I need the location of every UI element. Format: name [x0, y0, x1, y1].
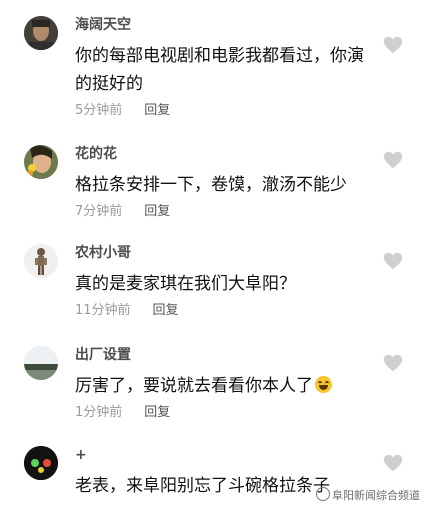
laughing-tears-emoji: [315, 376, 332, 393]
avatar[interactable]: [24, 145, 58, 179]
heart-icon[interactable]: [382, 250, 404, 272]
username[interactable]: 花的花: [75, 145, 117, 163]
heart-icon[interactable]: [382, 34, 404, 56]
heart-icon[interactable]: [382, 149, 404, 171]
wechat-channel-icon: [316, 487, 330, 501]
comment-meta: 7分钟前 回复: [75, 203, 170, 221]
username[interactable]: 出厂设置: [75, 346, 131, 364]
comment-text: 真的是麦家琪在我们大阜阳？: [75, 274, 296, 294]
comment-text: 厉害了，要说就去看看你本人了: [75, 372, 365, 400]
avatar[interactable]: [24, 244, 58, 278]
reply-button[interactable]: 回复: [144, 204, 170, 219]
timestamp: 11分钟前: [75, 303, 131, 318]
username[interactable]: 海阔天空: [75, 16, 131, 34]
comment-text: 你的每部电视剧和电影我都看过，你演的挺好的: [75, 46, 364, 94]
channel-watermark: 阜阳新闻综合频道: [316, 487, 420, 503]
watermark-text: 阜阳新闻综合频道: [332, 489, 420, 502]
avatar[interactable]: [24, 16, 58, 50]
username[interactable]: +: [75, 446, 87, 464]
comment-meta: 11分钟前 回复: [75, 302, 179, 320]
timestamp: 1分钟前: [75, 405, 123, 420]
timestamp: 7分钟前: [75, 204, 123, 219]
comment-text: 格拉条安排一下，卷馍，澈汤不能少: [75, 175, 347, 195]
comment-meta: 1分钟前 回复: [75, 404, 170, 422]
reply-button[interactable]: 回复: [144, 103, 170, 118]
comment-meta: 5分钟前 回复: [75, 102, 170, 120]
reply-button[interactable]: 回复: [144, 405, 170, 420]
avatar[interactable]: [24, 346, 58, 380]
avatar[interactable]: [24, 446, 58, 480]
heart-icon[interactable]: [382, 352, 404, 374]
username[interactable]: 农村小哥: [75, 244, 131, 262]
heart-icon[interactable]: [382, 452, 404, 474]
comment-text-body: 厉害了，要说就去看看你本人了: [75, 376, 313, 396]
reply-button[interactable]: 回复: [153, 303, 179, 318]
timestamp: 5分钟前: [75, 103, 123, 118]
